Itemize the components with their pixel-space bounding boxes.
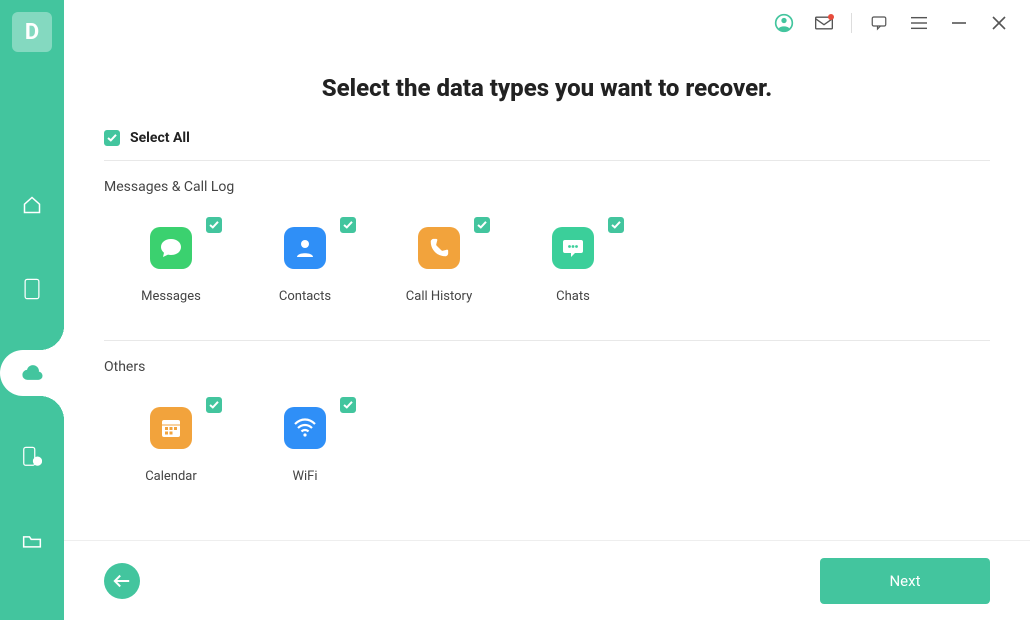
nav-list — [0, 182, 64, 564]
wifi-icon — [284, 407, 326, 449]
nav-folder[interactable] — [0, 518, 64, 564]
tile-checkbox[interactable] — [206, 217, 222, 233]
sidebar: D — [0, 0, 64, 620]
tile-checkbox[interactable] — [340, 397, 356, 413]
tile-calendar[interactable]: Calendar — [104, 387, 238, 500]
menu-button[interactable] — [902, 8, 936, 38]
tile-wifi[interactable]: WiFi — [238, 387, 372, 500]
tile-checkbox[interactable] — [340, 217, 356, 233]
phone-solid-icon — [418, 227, 460, 269]
back-button[interactable] — [104, 563, 140, 599]
cloud-icon — [21, 364, 43, 382]
main-panel: Select the data types you want to recove… — [64, 0, 1030, 620]
close-button[interactable] — [982, 8, 1016, 38]
checkbox-icon — [104, 130, 120, 146]
section-title: Messages & Call Log — [104, 179, 990, 195]
tile-call-history[interactable]: Call History — [372, 207, 506, 320]
titlebar — [64, 0, 1030, 46]
tile-label: Calendar — [145, 469, 197, 484]
folder-icon — [22, 533, 42, 549]
messages-icon — [150, 227, 192, 269]
arrow-left-icon — [113, 574, 131, 588]
tile-label: Messages — [141, 289, 201, 304]
minimize-button[interactable] — [942, 8, 976, 38]
section: Messages & Call Log Messages Contacts Call … — [104, 179, 990, 320]
device-alert-icon — [22, 446, 42, 468]
section: Others Calendar WiFi — [104, 359, 990, 500]
next-button[interactable]: Next — [820, 558, 990, 604]
select-all-label: Select All — [130, 130, 190, 146]
contacts-icon — [284, 227, 326, 269]
tile-chats[interactable]: Chats — [506, 207, 640, 320]
tile-grid: Calendar WiFi — [104, 387, 990, 500]
minimize-icon — [952, 16, 966, 30]
bottom-bar: Next — [64, 540, 1030, 620]
divider — [104, 340, 990, 341]
feedback-icon — [870, 14, 888, 32]
tile-checkbox[interactable] — [474, 217, 490, 233]
home-icon — [22, 195, 42, 215]
feedback-button[interactable] — [862, 8, 896, 38]
separator — [851, 13, 852, 33]
tile-checkbox[interactable] — [206, 397, 222, 413]
tile-grid: Messages Contacts Call History Chats — [104, 207, 990, 320]
tile-label: WiFi — [292, 469, 317, 484]
tile-label: Call History — [406, 289, 472, 304]
tile-messages[interactable]: Messages — [104, 207, 238, 320]
nav-cloud[interactable] — [0, 350, 64, 396]
calendar-icon — [150, 407, 192, 449]
select-all-checkbox[interactable]: Select All — [104, 130, 990, 161]
nav-home[interactable] — [0, 182, 64, 228]
close-icon — [992, 16, 1006, 30]
menu-icon — [911, 16, 927, 30]
tile-contacts[interactable]: Contacts — [238, 207, 372, 320]
account-button[interactable] — [767, 8, 801, 38]
mail-button[interactable] — [807, 8, 841, 38]
phone-icon — [23, 278, 41, 300]
page-title: Select the data types you want to recove… — [104, 74, 990, 102]
nav-phone[interactable] — [0, 266, 64, 312]
section-title: Others — [104, 359, 990, 375]
notification-dot — [828, 14, 834, 20]
app-logo: D — [12, 12, 52, 52]
tile-label: Contacts — [279, 289, 331, 304]
tile-label: Chats — [556, 289, 590, 304]
content-area: Select the data types you want to recove… — [64, 46, 1030, 540]
nav-device-alert[interactable] — [0, 434, 64, 480]
tile-checkbox[interactable] — [608, 217, 624, 233]
account-icon — [774, 13, 794, 33]
chats-icon — [552, 227, 594, 269]
